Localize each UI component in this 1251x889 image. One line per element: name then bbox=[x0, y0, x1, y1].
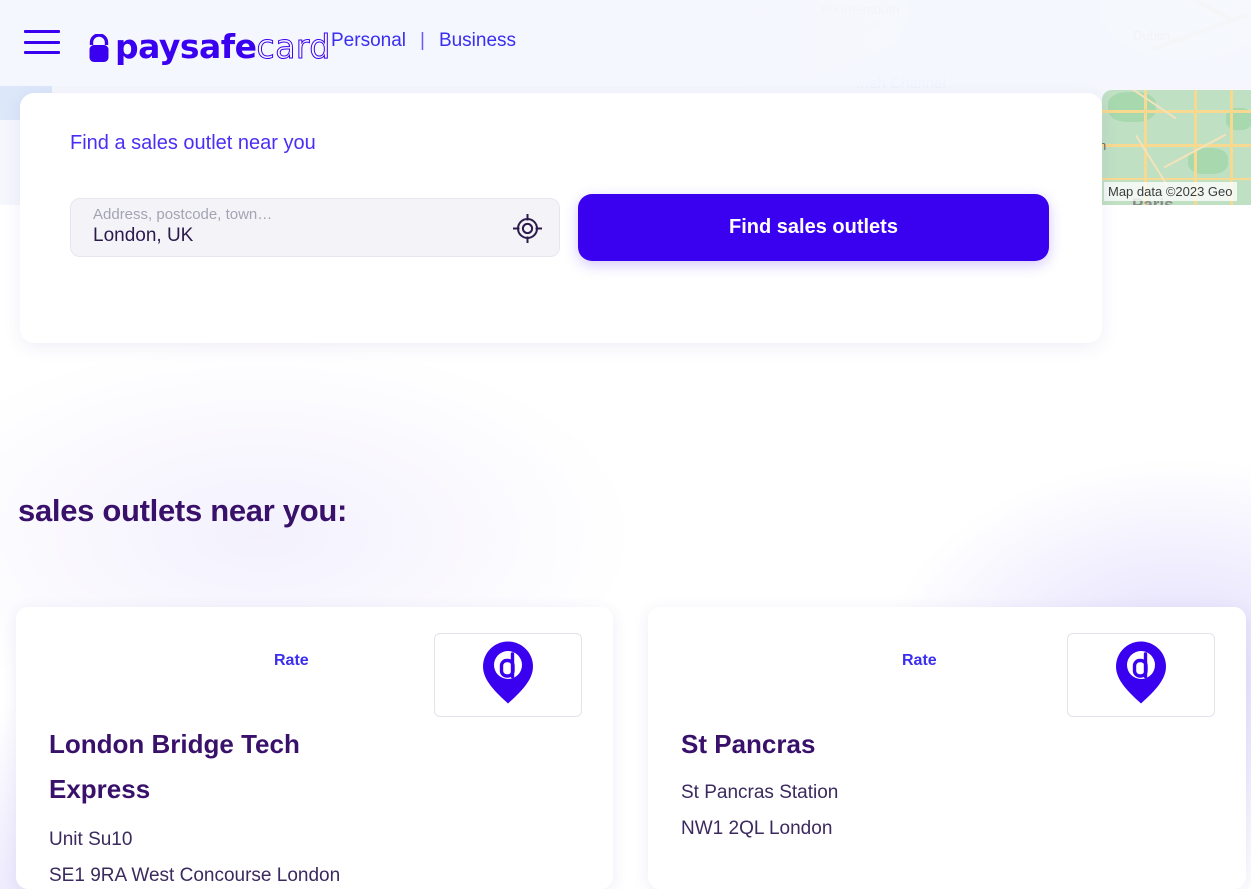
map-road bbox=[1102, 178, 1251, 180]
outlet-name: London Bridge Tech Express bbox=[49, 729, 300, 804]
results-heading: sales outlets near you: bbox=[18, 493, 348, 528]
search-input-placeholder-label: Address, postcode, town… bbox=[93, 206, 273, 223]
logo-text-bold: paysafe bbox=[115, 27, 257, 66]
outlet-address-line-2: NW1 2QL London bbox=[681, 818, 833, 839]
rate-link[interactable]: Rate bbox=[902, 652, 937, 670]
search-input[interactable] bbox=[93, 225, 493, 247]
map-road bbox=[1102, 144, 1251, 147]
hamburger-bar bbox=[24, 51, 60, 54]
outlet-address-line-2: SE1 9RA West Concourse London bbox=[49, 865, 341, 886]
outlet-address-line-1: St Pancras Station bbox=[681, 782, 839, 803]
page-root: Exeter Bournemouth Plymouth Dublin …sh C… bbox=[0, 0, 1251, 889]
main-navigation: Personal | Business bbox=[331, 30, 516, 52]
nav-link-business[interactable]: Business bbox=[439, 30, 516, 52]
map-label-partial: n bbox=[1102, 138, 1107, 153]
search-card: Find a sales outlet near you Address, po… bbox=[20, 93, 1102, 343]
outlet-address-line-1: Unit Su10 bbox=[49, 829, 133, 850]
crosshair-locate-icon[interactable] bbox=[512, 213, 543, 244]
outlet-card[interactable]: Rate St Pancras St Pancras Station NW1 2… bbox=[648, 607, 1246, 889]
nav-separator: | bbox=[420, 30, 425, 51]
map-park-area bbox=[1108, 92, 1156, 122]
padlock-icon bbox=[86, 33, 112, 64]
logo-text-light: card bbox=[256, 27, 331, 66]
search-input-wrapper[interactable]: Address, postcode, town… bbox=[70, 198, 560, 257]
outlet-logo-box bbox=[434, 633, 582, 717]
hamburger-menu-icon[interactable] bbox=[24, 26, 60, 58]
search-card-title: Find a sales outlet near you bbox=[70, 132, 316, 154]
outlet-card[interactable]: Rate London Bridge Tech Express Unit Su1… bbox=[16, 607, 613, 889]
map-attribution: Map data ©2023 Geo bbox=[1104, 182, 1237, 201]
outlet-name: St Pancras bbox=[681, 729, 816, 759]
hamburger-bar bbox=[24, 40, 60, 44]
find-sales-outlets-button[interactable]: Find sales outlets bbox=[578, 194, 1049, 261]
map-pin-d-icon bbox=[1115, 640, 1167, 711]
rate-link[interactable]: Rate bbox=[274, 652, 309, 670]
outlet-logo-box bbox=[1067, 633, 1215, 717]
map-pin-d-icon bbox=[482, 640, 534, 711]
nav-link-personal[interactable]: Personal bbox=[331, 30, 406, 52]
map-road bbox=[1102, 110, 1251, 113]
paysafecard-logo[interactable]: paysafe card bbox=[86, 16, 331, 64]
hamburger-bar bbox=[24, 30, 60, 33]
